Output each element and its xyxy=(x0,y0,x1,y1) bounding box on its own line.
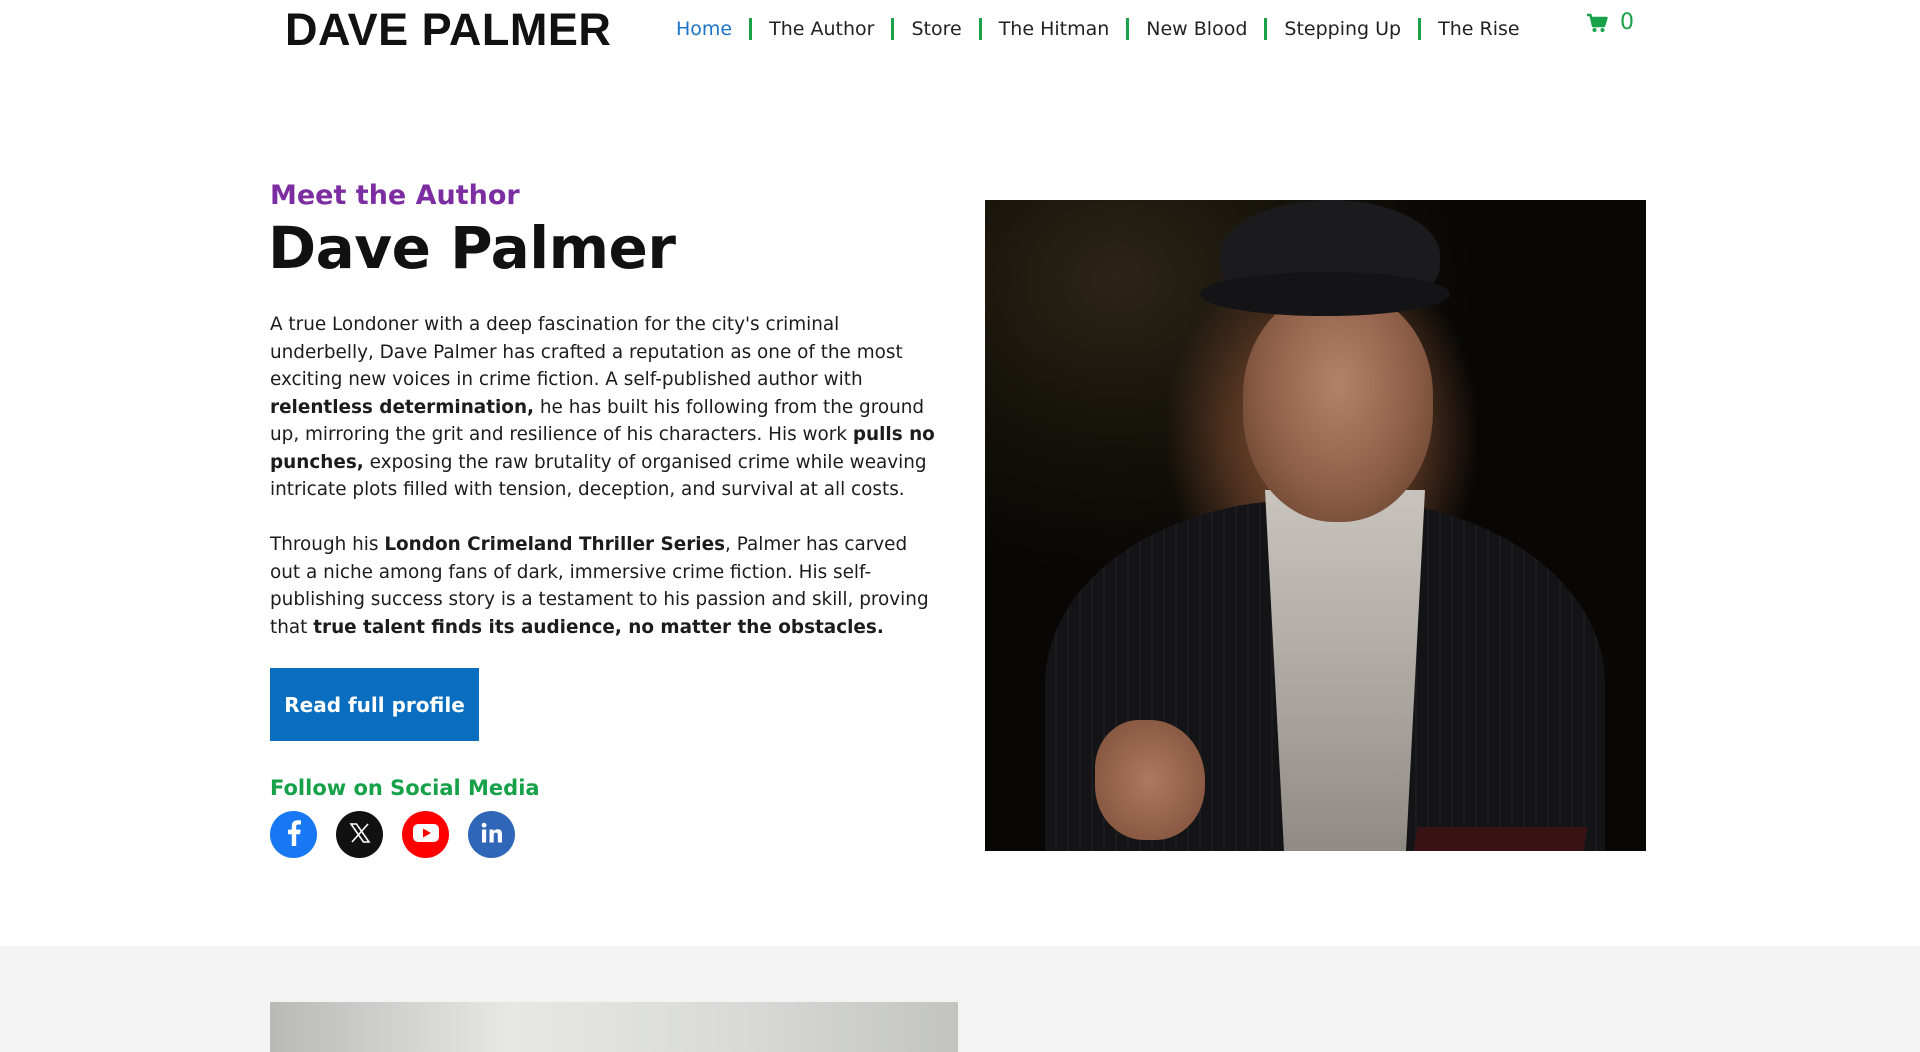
portrait-book xyxy=(1412,827,1588,851)
portrait-face xyxy=(1243,292,1433,522)
linkedin-link[interactable] xyxy=(468,811,515,858)
hero-kicker: Meet the Author xyxy=(270,180,520,211)
bio-emphasis: true talent finds its audience, no matte… xyxy=(313,616,884,638)
read-full-profile-button[interactable]: Read full profile xyxy=(270,668,479,741)
social-title: Follow on Social Media xyxy=(270,776,540,800)
facebook-link[interactable] xyxy=(270,811,317,858)
bio-text: A true Londoner with a deep fascination … xyxy=(270,314,903,390)
portrait-cap-brim xyxy=(1200,272,1450,316)
nav-the-hitman[interactable]: The Hitman xyxy=(982,16,1127,42)
bio-paragraph-1: A true Londoner with a deep fascination … xyxy=(270,311,936,504)
cart-button[interactable]: 0 xyxy=(1586,10,1634,35)
bio-emphasis: London Crimeland Thriller Series xyxy=(384,534,726,555)
x-icon xyxy=(348,821,372,849)
nav-store[interactable]: Store xyxy=(894,16,978,42)
bio-emphasis: relentless determination, xyxy=(270,396,535,418)
nav-the-rise[interactable]: The Rise xyxy=(1421,16,1536,42)
site-logo[interactable]: DAVE PALMER xyxy=(285,6,611,54)
page-title: Dave Palmer xyxy=(268,214,676,282)
author-portrait xyxy=(985,200,1646,851)
site-header: DAVE PALMER Home The Author Store The Hi… xyxy=(0,0,1920,72)
portrait-hand xyxy=(1095,720,1205,840)
bio-text: exposing the raw brutality of organised … xyxy=(270,451,927,501)
facebook-icon xyxy=(287,819,301,850)
youtube-link[interactable] xyxy=(402,811,449,858)
cart-icon xyxy=(1586,13,1608,33)
bio-text: Through his xyxy=(270,534,385,555)
nav-new-blood[interactable]: New Blood xyxy=(1129,16,1264,42)
main-nav: Home The Author Store The Hitman New Blo… xyxy=(659,16,1537,42)
author-bio: A true Londoner with a deep fascination … xyxy=(270,311,936,669)
nav-home[interactable]: Home xyxy=(659,16,749,42)
social-links xyxy=(270,811,515,858)
lower-section xyxy=(0,946,1920,1052)
lower-section-image xyxy=(270,1002,958,1052)
cart-count: 0 xyxy=(1620,10,1634,35)
bio-paragraph-2: Through his London Crimeland Thriller Se… xyxy=(270,531,936,641)
x-link[interactable] xyxy=(336,811,383,858)
nav-stepping-up[interactable]: Stepping Up xyxy=(1267,16,1418,42)
nav-the-author[interactable]: The Author xyxy=(752,16,891,42)
linkedin-icon xyxy=(481,822,503,848)
youtube-icon xyxy=(412,823,439,846)
